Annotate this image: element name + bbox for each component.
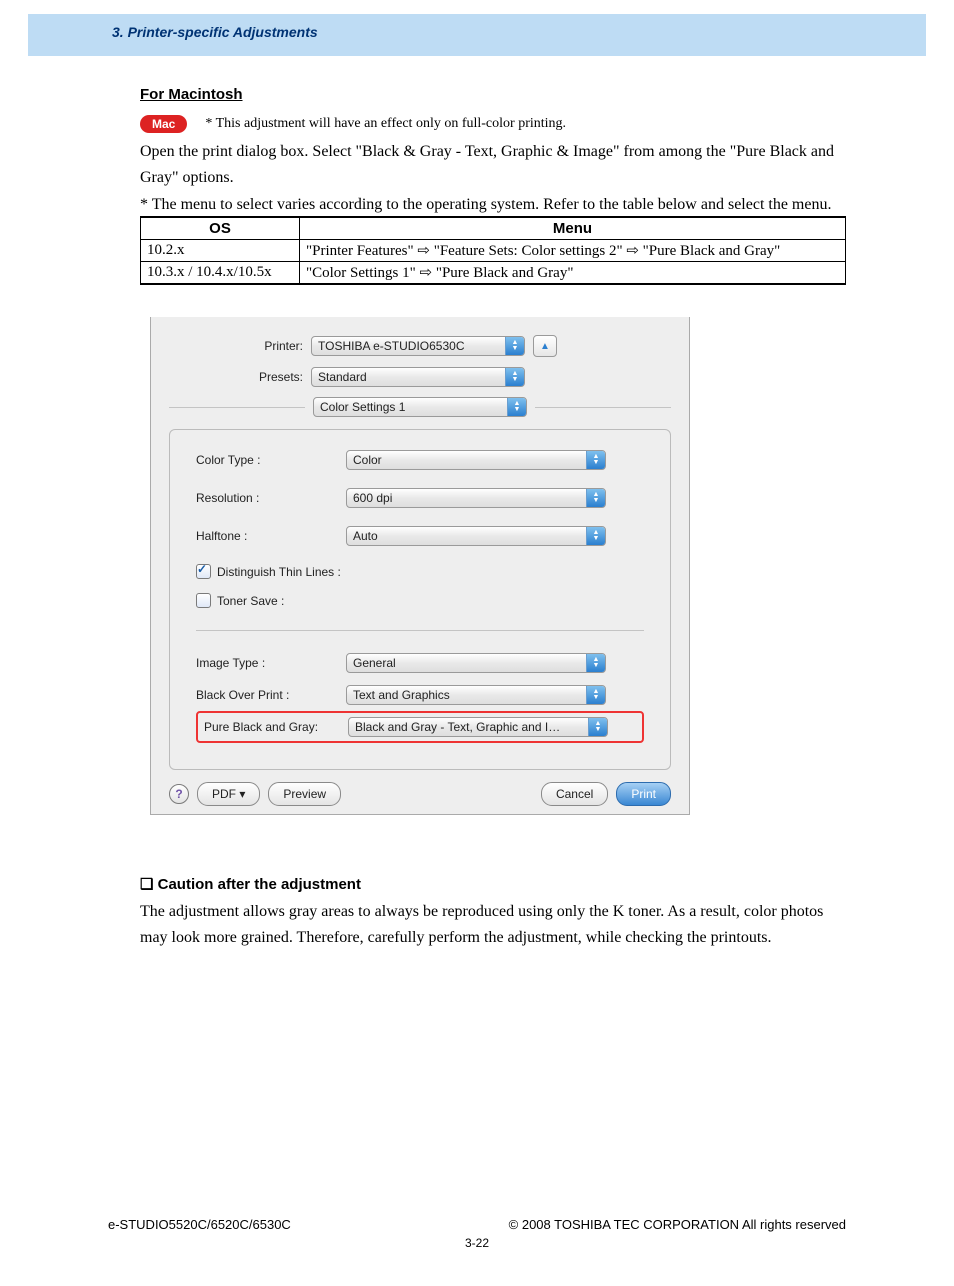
caution-heading: ❑ Caution after the adjustment (140, 875, 846, 893)
halftone-label: Halftone : (196, 529, 346, 543)
chevron-up-down-icon: ▲▼ (505, 337, 524, 355)
os-menu-table: OS Menu 10.2.x "Printer Features" ⇨ "Fea… (140, 216, 846, 285)
toner-save-checkbox[interactable] (196, 593, 211, 608)
mac-badge: Mac (140, 115, 187, 133)
footer-copyright: © 2008 TOSHIBA TEC CORPORATION All right… (509, 1217, 846, 1232)
chevron-up-down-icon: ▲▼ (588, 718, 607, 736)
table-header-os: OS (141, 217, 300, 240)
cancel-button[interactable]: Cancel (541, 782, 608, 806)
separator-line (535, 407, 671, 408)
resolution-label: Resolution : (196, 491, 346, 505)
table-header-menu: Menu (300, 217, 846, 240)
image-type-label: Image Type : (196, 656, 346, 670)
settings-panel: Color Type : Color ▲▼ Resolution : 600 d… (169, 429, 671, 770)
pure-black-select[interactable]: Black and Gray - Text, Graphic and I… ▲▼ (348, 717, 608, 737)
chevron-up-down-icon: ▲▼ (586, 686, 605, 704)
halftone-value: Auto (353, 529, 580, 543)
separator-line (169, 407, 305, 408)
black-overprint-select[interactable]: Text and Graphics ▲▼ (346, 685, 606, 705)
mac-note-text: * This adjustment will have an effect on… (205, 116, 566, 132)
color-type-select[interactable]: Color ▲▼ (346, 450, 606, 470)
printer-select-value: TOSHIBA e-STUDIO6530C (318, 339, 499, 353)
caution-body: The adjustment allows gray areas to alwa… (140, 899, 846, 950)
chevron-up-down-icon: ▲▼ (586, 654, 605, 672)
section-heading-for-mac: For Macintosh (140, 86, 846, 103)
body-paragraph: Open the print dialog box. Select "Black… (140, 139, 846, 190)
preview-button[interactable]: Preview (268, 782, 341, 806)
chapter-title: 3. Printer-specific Adjustments (28, 24, 926, 40)
presets-label: Presets: (169, 370, 311, 384)
table-cell-os: 10.3.x / 10.4.x/10.5x (141, 262, 300, 285)
cancel-button-label: Cancel (556, 787, 593, 801)
table-cell-menu: "Color Settings 1" ⇨ "Pure Black and Gra… (300, 262, 846, 285)
pure-black-value: Black and Gray - Text, Graphic and I… (355, 720, 582, 734)
color-type-label: Color Type : (196, 453, 346, 467)
panel-separator (196, 630, 644, 631)
help-icon[interactable]: ? (169, 784, 189, 804)
page-footer: e-STUDIO5520C/6520C/6530C © 2008 TOSHIBA… (108, 1217, 846, 1250)
printer-select[interactable]: TOSHIBA e-STUDIO6530C ▲▼ (311, 336, 525, 356)
image-type-value: General (353, 656, 580, 670)
presets-select-value: Standard (318, 370, 499, 384)
distinguish-thin-lines-checkbox[interactable] (196, 564, 211, 579)
pure-black-label: Pure Black and Gray: (204, 720, 348, 734)
black-overprint-value: Text and Graphics (353, 688, 580, 702)
footer-model: e-STUDIO5520C/6520C/6530C (108, 1217, 291, 1232)
menu-note-text: * The menu to select varies according to… (140, 196, 846, 214)
distinguish-thin-lines-label: Distinguish Thin Lines : (217, 565, 341, 579)
resolution-value: 600 dpi (353, 491, 580, 505)
color-type-value: Color (353, 453, 580, 467)
printer-label: Printer: (169, 339, 311, 353)
section-select-value: Color Settings 1 (320, 400, 501, 414)
print-button[interactable]: Print (616, 782, 671, 806)
section-select[interactable]: Color Settings 1 ▲▼ (313, 397, 527, 417)
image-type-select[interactable]: General ▲▼ (346, 653, 606, 673)
pdf-button-label: PDF ▾ (212, 787, 245, 801)
mac-print-dialog: Printer: TOSHIBA e-STUDIO6530C ▲▼ ▲ Pres… (150, 317, 690, 815)
chevron-up-down-icon: ▲▼ (505, 368, 524, 386)
dialog-expand-button[interactable]: ▲ (533, 335, 557, 357)
help-glyph: ? (175, 787, 182, 801)
toner-save-label: Toner Save : (217, 594, 284, 608)
page-header: 3. Printer-specific Adjustments (28, 14, 926, 56)
table-cell-os: 10.2.x (141, 240, 300, 262)
table-cell-menu: "Printer Features" ⇨ "Feature Sets: Colo… (300, 240, 846, 262)
chevron-up-down-icon: ▲▼ (586, 451, 605, 469)
presets-select[interactable]: Standard ▲▼ (311, 367, 525, 387)
preview-button-label: Preview (283, 787, 326, 801)
chevron-up-down-icon: ▲▼ (586, 527, 605, 545)
chevron-up-down-icon: ▲▼ (507, 398, 526, 416)
resolution-select[interactable]: 600 dpi ▲▼ (346, 488, 606, 508)
pure-black-highlight: Pure Black and Gray: Black and Gray - Te… (196, 711, 644, 743)
halftone-select[interactable]: Auto ▲▼ (346, 526, 606, 546)
chevron-up-down-icon: ▲▼ (586, 489, 605, 507)
black-overprint-label: Black Over Print : (196, 688, 346, 702)
pdf-button[interactable]: PDF ▾ (197, 782, 260, 806)
triangle-up-icon: ▲ (540, 341, 550, 352)
footer-page-number: 3-22 (108, 1236, 846, 1250)
print-button-label: Print (631, 787, 656, 801)
